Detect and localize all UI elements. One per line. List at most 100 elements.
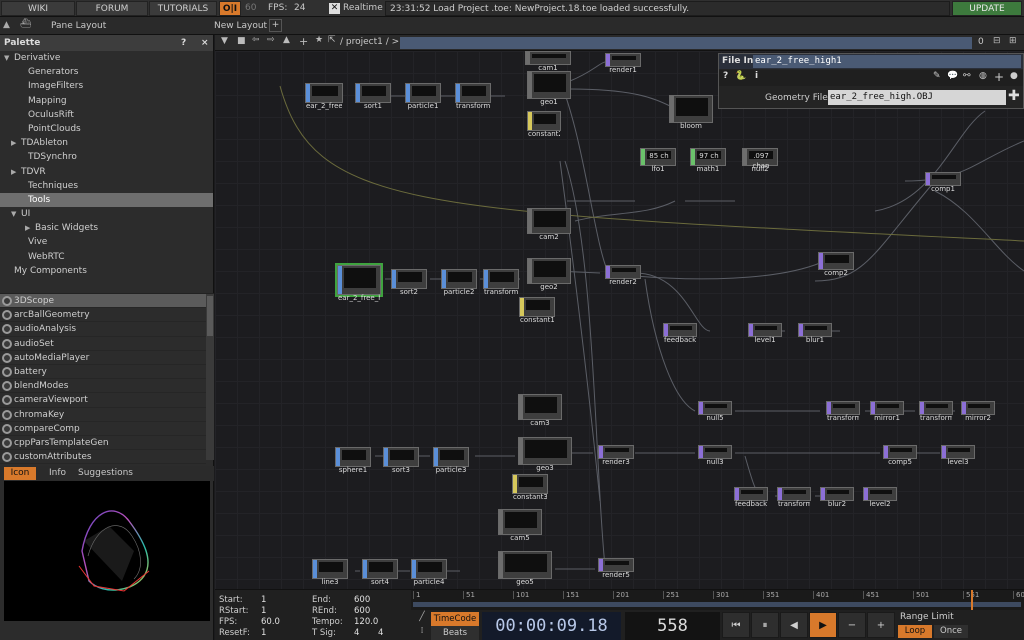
expand-icon[interactable]: ⇱	[328, 35, 336, 45]
component-item[interactable]: chromaKey	[0, 408, 206, 422]
expanded-arrow-icon[interactable]: ▼	[4, 51, 14, 65]
python-icon[interactable]: 🐍	[735, 71, 746, 81]
add-icon[interactable]: +	[994, 70, 1004, 84]
rstart-value[interactable]: 1	[261, 606, 266, 616]
node-sphere1[interactable]: sphere1	[335, 447, 371, 474]
component-item[interactable]: cameraViewport	[0, 393, 206, 408]
loop-button[interactable]: Loop	[898, 625, 932, 638]
fps-value[interactable]: 60.0	[261, 617, 280, 627]
tab-info[interactable]: Info	[49, 468, 66, 478]
collapsed-arrow-icon[interactable]: ▶	[25, 221, 35, 235]
node-render5[interactable]: render5	[598, 558, 634, 579]
component-item[interactable]: arcBallGeometry	[0, 308, 206, 323]
go-start-button[interactable]: ⏮	[722, 612, 750, 638]
node-null5[interactable]: null5	[698, 401, 732, 422]
palette-item-my-components[interactable]: My Components	[0, 264, 213, 278]
node-comp1[interactable]: comp1	[925, 172, 961, 193]
bookmark-icon[interactable]: ★	[315, 35, 323, 45]
timecode-display[interactable]: 00:00:09.18	[482, 612, 621, 640]
maximize-icon[interactable]: ⊞	[1009, 36, 1017, 46]
dot-icon[interactable]: ●	[1010, 71, 1018, 81]
node-level1[interactable]: level1	[748, 323, 782, 344]
node-transform4[interactable]: transform4	[777, 487, 811, 508]
tempo-value[interactable]: 120.0	[354, 617, 378, 627]
component-item[interactable]: autoMediaPlayer	[0, 351, 206, 365]
beats-toggle-icon[interactable]: ⁞	[414, 626, 430, 640]
geometry-file-field[interactable]: ear_2_free_high.OBJ	[828, 90, 1006, 105]
node-render2[interactable]: render2	[605, 265, 641, 286]
node-blur1[interactable]: blur1	[798, 323, 832, 344]
node-transform2[interactable]: transform2	[483, 269, 519, 296]
stop-icon[interactable]: ■	[237, 36, 246, 46]
add-layout-button[interactable]: +	[269, 19, 282, 32]
node-constant3[interactable]: constant3	[512, 474, 548, 501]
palette-item-derivative[interactable]: ▼ Derivative	[0, 51, 213, 65]
end-value[interactable]: 600	[354, 595, 370, 605]
node-particle2[interactable]: particle2	[441, 269, 477, 296]
palette-item-tdvr[interactable]: ▶ TDVR	[0, 165, 213, 179]
palette-item-mapping[interactable]: Mapping	[0, 94, 213, 108]
range-bar[interactable]	[413, 602, 1021, 607]
node-geo3[interactable]: geo3	[518, 437, 572, 472]
operator-name-field[interactable]: ear_2_free_high1	[753, 55, 1021, 68]
boat-icon[interactable]: ⛴	[20, 19, 34, 31]
palette-item-oculusrift[interactable]: OculusRift	[0, 108, 213, 122]
forum-button[interactable]: FORUM	[76, 1, 148, 16]
palette-item-tdsynchro[interactable]: TDSynchro	[0, 150, 213, 164]
palette-item-imagefilters[interactable]: ImageFilters	[0, 79, 213, 93]
node-particle3[interactable]: particle3	[433, 447, 469, 474]
palette-item-webrtc[interactable]: WebRTC	[0, 250, 213, 264]
component-item[interactable]: compareComp	[0, 422, 206, 436]
start-value[interactable]: 1	[261, 595, 266, 605]
node-cam5[interactable]: cam5	[498, 509, 542, 542]
collapsed-arrow-icon[interactable]: ▶	[11, 136, 21, 150]
network-editor[interactable]: cam1 render1 ear_2_free_high1 sort1 particle…	[215, 51, 1024, 589]
node-feedback2[interactable]: feedback2	[734, 487, 768, 508]
component-item[interactable]: battery	[0, 365, 206, 380]
timecode-toggle-icon[interactable]: ╱	[414, 612, 430, 626]
component-scrollbar[interactable]	[206, 294, 214, 460]
new-layout-label[interactable]: New Layout	[214, 21, 267, 31]
palette-item-generators[interactable]: Generators	[0, 65, 213, 79]
comment-icon[interactable]: 💬	[947, 71, 958, 81]
node-line3[interactable]: line3	[312, 559, 348, 586]
node-comp2[interactable]: comp2	[818, 252, 854, 277]
node-constant1[interactable]: constant1	[519, 297, 555, 324]
expanded-arrow-icon[interactable]: ▼	[11, 207, 21, 221]
component-item[interactable]: blendModes	[0, 379, 206, 394]
node-geo1[interactable]: geo1	[527, 71, 571, 106]
back-icon[interactable]: ⇦	[252, 35, 260, 45]
color-icon[interactable]: ◍	[979, 71, 987, 81]
component-item[interactable]: 3DScope	[0, 294, 206, 309]
edit-icon[interactable]: ✎	[933, 71, 941, 81]
forward-icon[interactable]: ⇨	[267, 35, 275, 45]
path-field[interactable]	[400, 37, 972, 49]
node-ear_2_free_high1[interactable]: ear_2_free_high1	[305, 83, 343, 110]
split-icon[interactable]: ⊟	[993, 36, 1001, 46]
beats-button[interactable]: Beats	[431, 626, 479, 640]
node-cam3[interactable]: cam3	[518, 394, 562, 427]
link-icon[interactable]: ⚯	[963, 71, 971, 81]
node-sort2[interactable]: sort2	[391, 269, 427, 296]
file-add-icon[interactable]: ✚	[1008, 88, 1020, 104]
node-bloom[interactable]: bloom	[669, 95, 713, 130]
component-item[interactable]: customAttributes	[0, 450, 206, 465]
dropdown-icon[interactable]: ▼	[221, 36, 228, 46]
palette-item-pointclouds[interactable]: PointClouds	[0, 122, 213, 136]
palette-item-tdableton[interactable]: ▶ TDAbleton	[0, 136, 213, 150]
node-null3[interactable]: null3	[698, 445, 732, 466]
node-transform5[interactable]: transform5	[826, 401, 860, 422]
info-icon[interactable]: i	[755, 71, 758, 81]
node-sort3[interactable]: sort3	[383, 447, 419, 474]
tsig-denominator[interactable]: 4	[378, 628, 383, 638]
home-icon[interactable]: +	[299, 35, 308, 48]
up-icon[interactable]: ▲	[283, 35, 290, 45]
tab-suggestions[interactable]: Suggestions	[78, 468, 133, 478]
node-geo5[interactable]: geo5	[498, 551, 552, 586]
node-particle1[interactable]: particle1	[405, 83, 441, 110]
component-item[interactable]: audioSet	[0, 337, 206, 351]
tab-icon[interactable]: Icon	[4, 467, 36, 480]
node-mirror2[interactable]: mirror2	[961, 401, 995, 422]
wiki-button[interactable]: WIKI	[1, 1, 75, 16]
node-geo2[interactable]: geo2	[527, 258, 571, 291]
